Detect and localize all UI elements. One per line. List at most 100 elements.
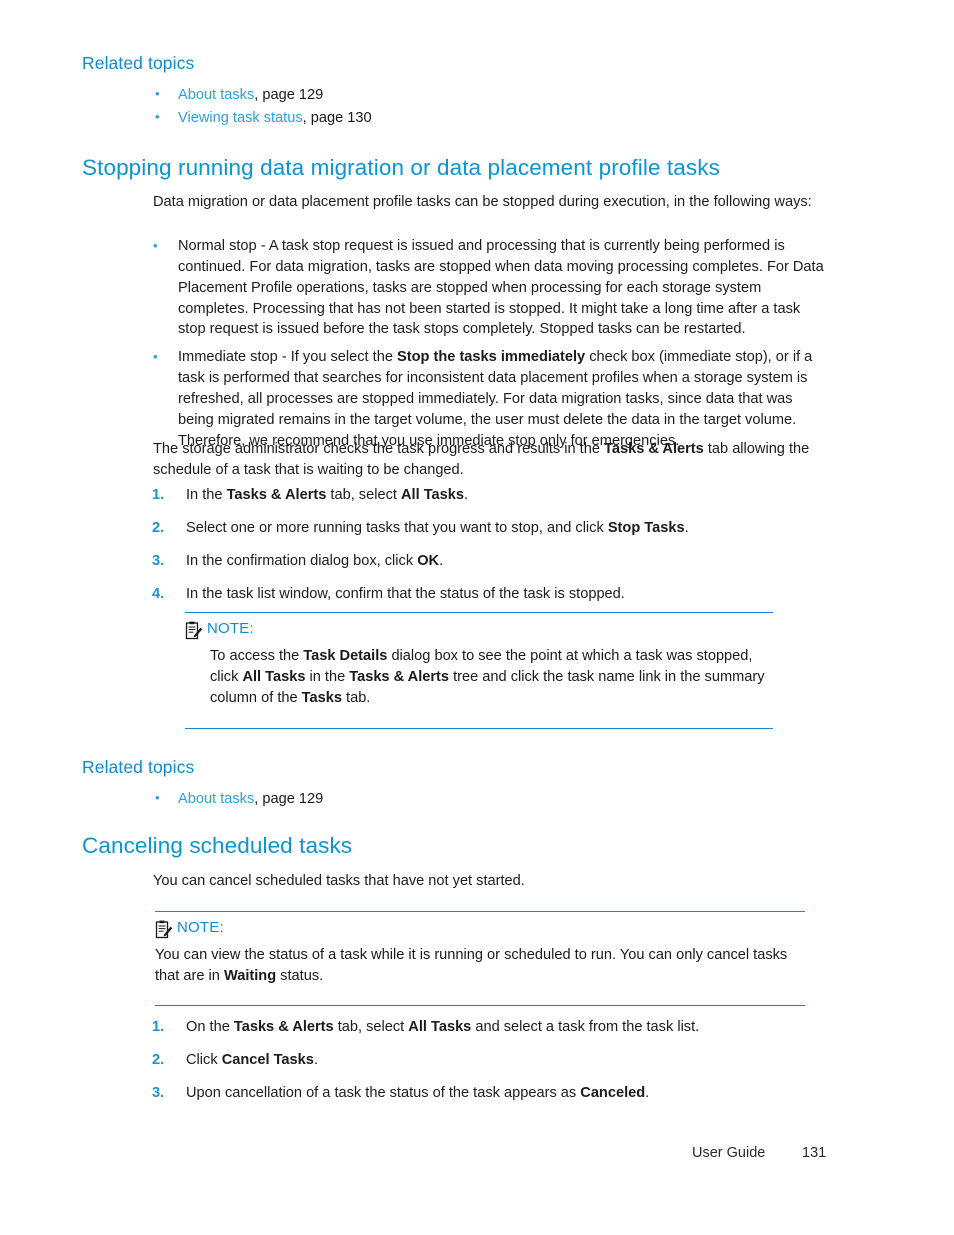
- document-page: Related topics • About tasks, page 129 •…: [0, 0, 954, 1235]
- related-topics-section-bottom: Related topics • About tasks, page 129: [82, 757, 842, 811]
- step-text-part: .: [439, 552, 444, 569]
- step-text: In the task list window, confirm that th…: [186, 585, 625, 602]
- link-about-tasks[interactable]: About tasks: [178, 791, 254, 807]
- list-item: 1. On the Tasks & Alerts tab, select All…: [152, 1017, 832, 1038]
- step-emphasis: Cancel Tasks: [221, 1051, 314, 1068]
- list-item: • About tasks, page 129: [155, 84, 842, 107]
- step-text: Click Cancel Tasks.: [186, 1050, 832, 1071]
- step-emphasis: All Tasks: [401, 487, 464, 503]
- note-top-divider: [155, 911, 805, 912]
- step-number: 3.: [152, 1084, 165, 1101]
- stopping-steps-list: 1. In the Tasks & Alerts tab, select All…: [152, 485, 832, 616]
- related-topic-page: , page 129: [254, 791, 324, 807]
- list-item: • About tasks, page 129: [155, 788, 842, 811]
- note-header: NOTE:: [185, 620, 773, 641]
- step-emphasis: All Tasks: [408, 1019, 472, 1035]
- note-bottom-divider: [185, 727, 773, 729]
- step-text-part: Select one or more running tasks that yo…: [186, 519, 608, 536]
- step-number: 2.: [152, 519, 165, 536]
- list-item: 4. In the task list window, confirm that…: [152, 584, 832, 605]
- note-label: NOTE:: [177, 919, 224, 936]
- note-text-part: tab.: [341, 689, 371, 706]
- step-number: 4.: [152, 585, 165, 602]
- step-text-part: tab, select: [326, 487, 401, 503]
- link-viewing-task-status[interactable]: Viewing task status: [178, 110, 303, 126]
- related-topics-list-bottom: • About tasks, page 129: [155, 788, 842, 811]
- step-text-part: .: [645, 1084, 650, 1101]
- canceling-steps-list: 1. On the Tasks & Alerts tab, select All…: [152, 1017, 832, 1116]
- note-clipboard-icon: [185, 621, 207, 641]
- note-emphasis: All Tasks: [242, 668, 306, 685]
- stopping-bullet-list: • Normal stop - A task stop request is i…: [153, 236, 825, 459]
- note-body-text: You can view the status of a task while …: [155, 945, 799, 987]
- note-body-text: To access the Task Details dialog box to…: [210, 646, 773, 709]
- bullet-icon: •: [153, 238, 158, 253]
- step-text-part: tab, select: [333, 1019, 409, 1035]
- note-header: NOTE:: [155, 919, 805, 940]
- note-clipboard-icon: [155, 920, 177, 940]
- list-item: 3. In the confirmation dialog box, click…: [152, 551, 832, 572]
- storage-administrator-paragraph: The storage administrator checks the tas…: [153, 439, 825, 481]
- section-canceling-tasks: Canceling scheduled tasks: [82, 833, 842, 859]
- note-text-part: status.: [276, 967, 324, 984]
- list-item: • Viewing task status, page 130: [155, 107, 842, 130]
- note-emphasis: Waiting: [223, 967, 277, 984]
- footer-guide-label: User Guide: [692, 1145, 766, 1161]
- bullet-icon: •: [155, 109, 160, 125]
- canceling-intro-paragraph: You can cancel scheduled tasks that have…: [153, 873, 525, 889]
- page-title: Stopping running data migration or data …: [82, 155, 720, 180]
- note-text-part: To access the: [210, 648, 304, 664]
- link-about-tasks[interactable]: About tasks: [178, 87, 254, 103]
- step-number: 1.: [152, 487, 165, 503]
- related-topics-heading: Related topics: [82, 53, 195, 73]
- step-emphasis: Stop Tasks: [607, 519, 685, 536]
- bullet-text-part: Immediate stop - If you select the: [178, 349, 398, 366]
- list-item: 2. Click Cancel Tasks.: [152, 1050, 832, 1071]
- step-emphasis: Canceled: [580, 1084, 646, 1101]
- step-emphasis: OK: [417, 552, 440, 569]
- list-item: • Normal stop - A task stop request is i…: [153, 236, 825, 340]
- note-box-task-details: NOTE: To access the Task Details dialog …: [185, 612, 773, 729]
- related-topic-entry: About tasks, page 129: [178, 788, 323, 811]
- step-text-part: .: [464, 487, 469, 503]
- section-stopping-tasks: Stopping running data migration or data …: [82, 155, 842, 181]
- stopping-intro-paragraph: Data migration or data placement profile…: [153, 194, 812, 210]
- step-text: Select one or more running tasks that yo…: [186, 518, 832, 539]
- step-text: Upon cancellation of a task the status o…: [186, 1083, 832, 1104]
- step-text: On the Tasks & Alerts tab, select All Ta…: [186, 1017, 832, 1038]
- bullet-icon: •: [153, 349, 158, 365]
- step-text: In the Tasks & Alerts tab, select All Ta…: [186, 485, 832, 506]
- paragraph-part: The storage administrator checks the tas…: [153, 441, 605, 457]
- note-bottom-divider: [155, 1004, 805, 1006]
- step-text-part: Click: [186, 1051, 222, 1068]
- list-item: 3. Upon cancellation of a task the statu…: [152, 1083, 832, 1104]
- note-text-part: in the: [305, 668, 350, 685]
- bullet-text: Normal stop - A task stop request is iss…: [178, 238, 824, 338]
- list-item: 1. In the Tasks & Alerts tab, select All…: [152, 485, 832, 506]
- bullet-text-emphasis: Stop the tasks immediately: [397, 349, 586, 366]
- related-topics-heading: Related topics: [82, 757, 195, 777]
- step-number: 2.: [152, 1051, 165, 1068]
- related-topic-page: , page 130: [302, 110, 372, 127]
- related-topics-list-top: • About tasks, page 129 • Viewing task s…: [155, 84, 842, 131]
- section-title: Canceling scheduled tasks: [82, 833, 353, 858]
- footer-page-number: 131: [802, 1145, 827, 1161]
- note-emphasis: Tasks & Alerts: [349, 668, 450, 685]
- related-topics-section-top: Related topics • About tasks, page 129 •…: [82, 53, 842, 131]
- step-emphasis: Tasks & Alerts: [233, 1019, 334, 1035]
- note-box-waiting-status: NOTE: You can view the status of a task …: [155, 911, 805, 1006]
- note-emphasis: Task Details: [303, 648, 388, 664]
- step-text-part: and select a task from the task list.: [471, 1019, 700, 1035]
- note-label: NOTE:: [207, 620, 254, 637]
- step-text-part: .: [684, 519, 689, 536]
- step-text: In the confirmation dialog box, click OK…: [186, 551, 832, 572]
- paragraph-emphasis: Tasks & Alerts: [604, 441, 704, 457]
- step-emphasis: Tasks & Alerts: [226, 487, 327, 503]
- bullet-icon: •: [155, 790, 160, 805]
- list-item: 2. Select one or more running tasks that…: [152, 518, 832, 539]
- step-number: 1.: [152, 1019, 165, 1035]
- list-item: • Immediate stop - If you select the Sto…: [153, 347, 825, 451]
- step-text-part: On the: [186, 1019, 234, 1035]
- related-topic-entry: Viewing task status, page 130: [178, 107, 372, 130]
- step-text-part: .: [313, 1051, 318, 1068]
